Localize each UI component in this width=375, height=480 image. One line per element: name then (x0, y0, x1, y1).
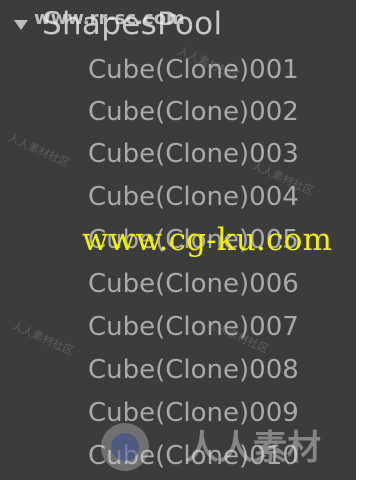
tree-row-cube-clone-006[interactable]: Cube(Clone)006 (0, 264, 356, 306)
site-watermark: www.cg-ku.com (82, 222, 333, 258)
tree-item-label: Cube(Clone)006 (88, 269, 299, 299)
tree-item-label: Cube(Clone)004 (88, 182, 299, 212)
bottom-watermark: 人人素材 (185, 428, 321, 468)
tree-row-cube-clone-008[interactable]: Cube(Clone)008 (0, 350, 356, 392)
hierarchy-panel: ShapesPool Cube(Clone)001 Cube(Clone)002… (0, 0, 356, 480)
tree-item-label: Cube(Clone)002 (88, 97, 299, 127)
foldout-arrow-icon[interactable] (14, 20, 28, 30)
tree-row-cube-clone-002[interactable]: Cube(Clone)002 (0, 92, 356, 134)
watermark-logo-icon (101, 423, 149, 471)
top-watermark: www.rr-sc.com (34, 8, 185, 29)
tree-item-label: Cube(Clone)008 (88, 355, 299, 385)
panel-edge (356, 0, 375, 480)
